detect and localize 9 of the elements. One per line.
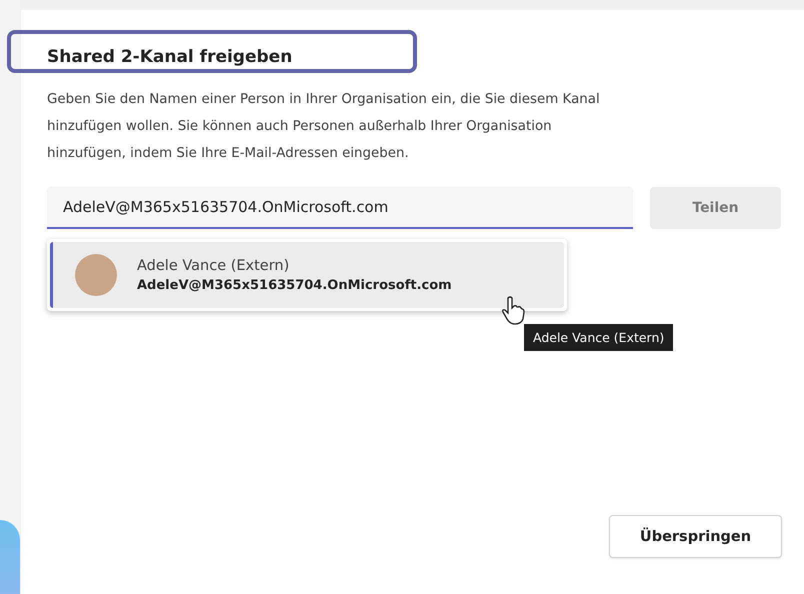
people-input-field[interactable]: AdeleV@M365x51635704.OnMicrosoft.com bbox=[47, 187, 633, 229]
avatar-photo bbox=[75, 254, 117, 296]
dialog-title: Shared 2-Kanal freigeben bbox=[47, 46, 294, 69]
tooltip: Adele Vance (Extern) bbox=[524, 324, 674, 351]
person-email: AdeleV@M365x51635704.OnMicrosoft.com bbox=[137, 278, 452, 292]
suggestion-item[interactable]: Adele Vance (Extern) AdeleV@M365x51635704.OnMicrosoft.com bbox=[50, 242, 564, 308]
person-name: Adele Vance (Extern) bbox=[137, 258, 290, 274]
skip-button[interactable]: Überspringen bbox=[609, 515, 782, 558]
description-text: Geben Sie den Namen einer Person in Ihrer Organisation ein, die Sie diesem Kanal hinzufügen wollen. Sie können auch Personen außerhalb Ihrer Organisation hinzufügen, indem Sie Ihre E-Mail-Adressen eingeben. bbox=[47, 91, 601, 163]
